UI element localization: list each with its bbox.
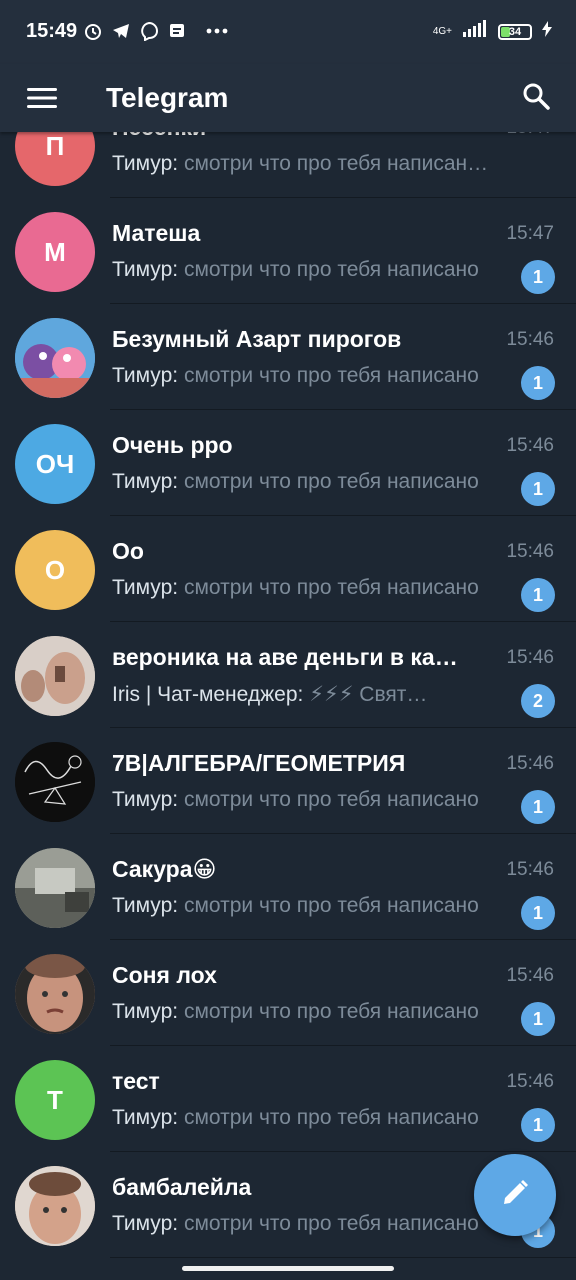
chat-name: Матеша [112,220,201,246]
avatar: О [15,530,95,610]
avatar [15,1166,95,1246]
chat-item[interactable]: Т тест 15:46 Тимур: смотри что про тебя … [0,1046,576,1152]
chat-item[interactable]: 7В|АЛГЕБРА/ГЕОМЕТРИЯ 15:46 Тимур: смотри… [0,728,576,834]
chat-list: П Песенки 15:47 Тимур: смотри что про те… [0,92,576,1258]
search-icon[interactable] [514,74,558,118]
chat-name: Очень рро [112,432,233,458]
chat-preview: Тимур: смотри что про тебя написано [112,788,479,811]
pencil-icon [500,1178,530,1213]
unread-badge: 1 [521,260,555,294]
chat-item[interactable]: О Оо 15:46 Тимур: смотри что про тебя на… [0,516,576,622]
chat-time: 15:46 [506,965,554,986]
signal-icon [462,20,488,43]
chat-item[interactable]: вероника на аве деньги в ка… 15:46 Iris … [0,622,576,728]
avatar [15,848,95,928]
chat-preview: Тимур: смотри что про тебя написано [112,364,479,387]
system-navigation-bar [0,1258,576,1280]
chat-name: вероника на аве деньги в ка… [112,644,458,670]
avatar: Т [15,1060,95,1140]
chat-name: тест [112,1068,160,1094]
chat-name: Безумный Азарт пирогов [112,326,402,352]
unread-badge: 2 [521,684,555,718]
chat-preview: Тимур: смотри что про тебя написано [112,576,479,599]
hamburger-menu-icon[interactable] [22,78,62,118]
unread-badge: 1 [521,578,555,612]
more-dots-icon [206,20,228,42]
app-title: Telegram [106,82,229,113]
chat-name: Оо [112,538,144,564]
avatar [15,318,95,398]
app-bar: Telegram [0,64,576,132]
network-indicator: 4G+ [432,25,452,37]
chat-preview: Тимур: смотри что про тебя написано [112,1212,479,1235]
chat-time: 15:46 [506,329,554,350]
chat-time: 15:46 [506,859,554,880]
chat-preview: Тимур: смотри что про тебя написано [112,894,479,917]
avatar [15,742,95,822]
chat-time: 15:46 [506,1071,554,1092]
chat-item[interactable]: ОЧ Очень рро 15:46 Тимур: смотри что про… [0,410,576,516]
alarm-icon [82,20,104,42]
chat-time: 15:46 [506,541,554,562]
battery-icon: 34 [498,23,532,40]
chat-item[interactable]: Сакура😀 15:46 Тимур: смотри что про тебя… [0,834,576,940]
chat-name: Соня лох [112,962,217,988]
chat-item[interactable]: Безумный Азарт пирогов 15:46 Тимур: смот… [0,304,576,410]
chat-name: 7В|АЛГЕБРА/ГЕОМЕТРИЯ [112,750,406,776]
charging-icon [542,21,552,42]
avatar: М [15,212,95,292]
chat-preview: Тимур: смотри что про тебя написано [112,1106,479,1129]
avatar [15,636,95,716]
avatar [15,954,95,1034]
avatar: ОЧ [15,424,95,504]
chat-preview: Тимур: смотри что про тебя написано… [112,152,492,175]
chat-preview: Тимур: смотри что про тебя написано [112,470,479,493]
status-notification-icons [82,20,228,42]
chat-item[interactable]: М Матеша 15:47 Тимур: смотри что про теб… [0,198,576,304]
chat-time: 15:46 [506,753,554,774]
unread-badge: 1 [521,790,555,824]
unread-badge: 1 [521,1108,555,1142]
chat-item[interactable]: Соня лох 15:46 Тимур: смотри что про теб… [0,940,576,1046]
status-right-icons: 4G+ 34 [433,20,552,43]
unread-badge: 1 [521,896,555,930]
unread-badge: 1 [521,1002,555,1036]
chat-name: бамбалейла [112,1174,252,1200]
chat-preview: Iris | Чат-менеджер: ⚡⚡⚡ Свят… [112,683,428,706]
home-gesture-handle[interactable] [182,1266,394,1271]
chat-preview: Тимур: смотри что про тебя написано [112,258,479,281]
chat-time: 15:46 [506,647,554,668]
chat-name: Сакура😀 [112,856,217,882]
telegram-icon [110,20,132,42]
unread-badge: 1 [521,472,555,506]
unread-badge: 1 [521,366,555,400]
status-bar: 15:49 4G+ 34 [0,0,576,64]
chat-time: 15:47 [506,223,554,244]
viber-icon [138,20,160,42]
compose-button[interactable] [474,1154,556,1236]
chat-preview: Тимур: смотри что про тебя написано [112,1000,479,1023]
status-time: 15:49 [26,20,78,42]
message-icon [166,20,188,42]
chat-time: 15:46 [506,435,554,456]
